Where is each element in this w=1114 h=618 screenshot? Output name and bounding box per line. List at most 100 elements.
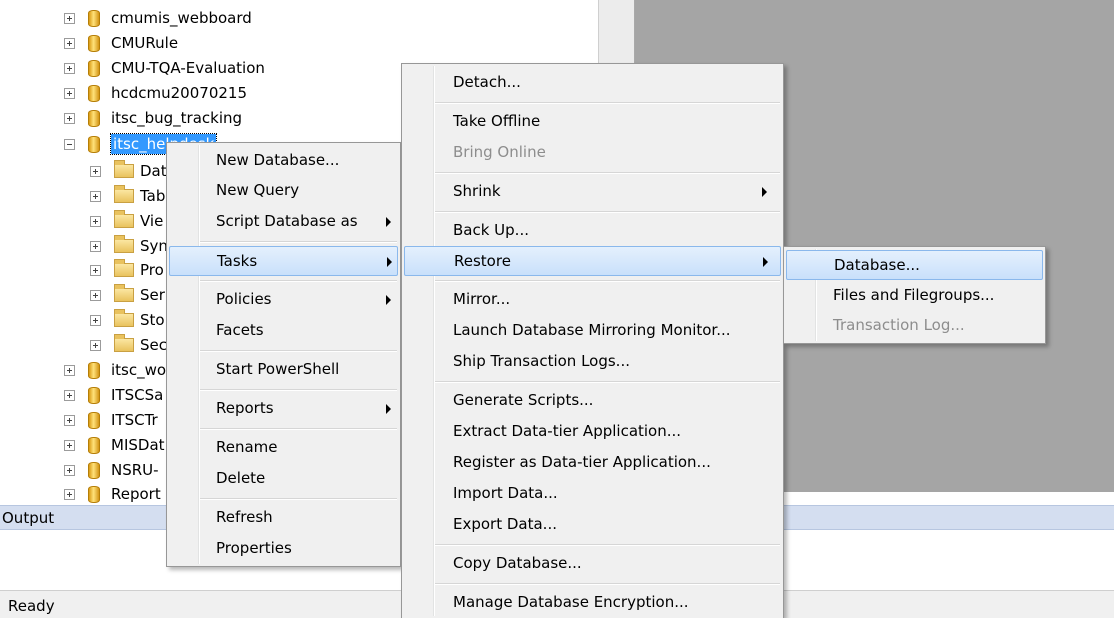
tree-node-database[interactable]: hcdcmu20070215	[64, 81, 247, 105]
tree-node-folder[interactable]: Pro	[90, 258, 164, 282]
collapse-icon[interactable]	[64, 138, 75, 150]
submenu-arrow-icon	[387, 257, 392, 267]
menu-separator	[200, 350, 397, 352]
tree-node-database[interactable]: ITSCSa	[64, 383, 163, 407]
tree-node-database[interactable]: itsc_bug_tracking	[64, 106, 242, 130]
menu-item-import-data[interactable]: Import Data...	[404, 479, 781, 509]
menu-item-properties[interactable]: Properties	[169, 534, 398, 564]
expand-icon[interactable]	[90, 165, 101, 177]
tree-node-database[interactable]: CMURule	[64, 31, 178, 55]
menu-item-new-database[interactable]: New Database...	[169, 146, 398, 176]
tree-node-label: MISDat	[111, 436, 165, 454]
folder-icon	[114, 309, 134, 327]
tree-node-folder[interactable]: Tab	[90, 184, 165, 208]
database-icon	[88, 9, 100, 27]
expand-icon[interactable]	[64, 37, 75, 49]
menu-item-shrink[interactable]: Shrink	[404, 177, 781, 207]
expand-icon[interactable]	[90, 314, 101, 326]
tree-node-database[interactable]: ITSCTr	[64, 408, 158, 432]
submenu-arrow-icon	[762, 187, 767, 197]
menu-item-label: Mirror...	[453, 290, 511, 308]
menu-item-manage-encryption[interactable]: Manage Database Encryption...	[404, 588, 781, 618]
tree-node-database[interactable]: Report	[64, 482, 161, 506]
menu-item-label: Extract Data-tier Application...	[453, 422, 682, 440]
menu-item-label: Ship Transaction Logs...	[453, 352, 630, 370]
menu-item-start-powershell[interactable]: Start PowerShell	[169, 355, 398, 385]
menu-item-tasks[interactable]: Tasks	[169, 246, 398, 276]
tree-node-folder[interactable]: Dat	[90, 159, 167, 183]
menu-item-new-query[interactable]: New Query	[169, 176, 398, 206]
tree-node-database[interactable]: MISDat	[64, 433, 165, 457]
expand-icon[interactable]	[64, 112, 75, 124]
expand-icon[interactable]	[64, 62, 75, 74]
menu-item-generate-scripts[interactable]: Generate Scripts...	[404, 386, 781, 416]
menu-item-label: Policies	[216, 290, 272, 308]
menu-item-transaction-log[interactable]: Transaction Log...	[786, 311, 1043, 341]
tree-node-folder[interactable]: Syn	[90, 234, 168, 258]
menu-item-delete[interactable]: Delete	[169, 464, 398, 494]
menu-item-restore-database[interactable]: Database...	[786, 250, 1043, 280]
menu-item-label: Export Data...	[453, 515, 557, 533]
tree-node-label: Ser	[140, 286, 165, 304]
database-icon	[88, 135, 100, 153]
folder-icon	[114, 284, 134, 302]
expand-icon[interactable]	[90, 289, 101, 301]
expand-icon[interactable]	[64, 364, 75, 376]
folder-icon	[114, 210, 134, 228]
menu-item-back-up[interactable]: Back Up...	[404, 216, 781, 246]
menu-separator	[435, 280, 780, 282]
tree-node-folder[interactable]: Sec	[90, 333, 167, 357]
database-icon	[88, 411, 100, 429]
submenu-arrow-icon	[386, 217, 391, 227]
tree-node-label: ITSCSa	[111, 386, 164, 404]
menu-item-policies[interactable]: Policies	[169, 285, 398, 315]
tree-node-folder[interactable]: Vie	[90, 209, 163, 233]
tree-node-label: Syn	[140, 237, 168, 255]
menu-item-label: Import Data...	[453, 484, 558, 502]
menu-item-reports[interactable]: Reports	[169, 394, 398, 424]
expand-icon[interactable]	[90, 264, 101, 276]
database-icon	[88, 361, 100, 379]
menu-item-register-data-tier[interactable]: Register as Data-tier Application...	[404, 448, 781, 478]
menu-item-restore[interactable]: Restore	[404, 246, 781, 276]
menu-item-extract-data-tier[interactable]: Extract Data-tier Application...	[404, 417, 781, 447]
menu-item-launch-mirroring-monitor[interactable]: Launch Database Mirroring Monitor...	[404, 316, 781, 346]
menu-item-export-data[interactable]: Export Data...	[404, 510, 781, 540]
menu-item-label: Facets	[216, 321, 264, 339]
tree-node-database[interactable]: CMU-TQA-Evaluation	[64, 56, 265, 80]
expand-icon[interactable]	[64, 464, 75, 476]
expand-icon[interactable]	[64, 488, 75, 500]
tree-node-database[interactable]: cmumis_webboard	[64, 6, 252, 30]
expand-icon[interactable]	[64, 389, 75, 401]
menu-item-detach[interactable]: Detach...	[404, 68, 781, 98]
expand-icon[interactable]	[90, 240, 101, 252]
menu-item-rename[interactable]: Rename	[169, 433, 398, 463]
expand-icon[interactable]	[64, 12, 75, 24]
tasks-submenu: Detach... Take Offline Bring Online Shri…	[401, 63, 784, 618]
menu-item-copy-database[interactable]: Copy Database...	[404, 549, 781, 579]
menu-item-files-and-filegroups[interactable]: Files and Filegroups...	[786, 281, 1043, 311]
menu-item-label: Take Offline	[453, 112, 541, 130]
tree-node-folder[interactable]: Ser	[90, 283, 165, 307]
menu-item-ship-transaction-logs[interactable]: Ship Transaction Logs...	[404, 347, 781, 377]
menu-item-facets[interactable]: Facets	[169, 316, 398, 346]
expand-icon[interactable]	[90, 215, 101, 227]
tree-node-folder[interactable]: Sto	[90, 308, 165, 332]
menu-item-label: Launch Database Mirroring Monitor...	[453, 321, 731, 339]
menu-item-label: Shrink	[453, 182, 501, 200]
expand-icon[interactable]	[90, 190, 101, 202]
menu-item-take-offline[interactable]: Take Offline	[404, 107, 781, 137]
menu-item-script-database-as[interactable]: Script Database as	[169, 207, 398, 237]
menu-item-mirror[interactable]: Mirror...	[404, 285, 781, 315]
database-icon	[88, 386, 100, 404]
menu-separator	[200, 389, 397, 391]
menu-item-refresh[interactable]: Refresh	[169, 503, 398, 533]
tree-node-database[interactable]: NSRU-	[64, 458, 159, 482]
tree-node-label: itsc_wo	[111, 361, 167, 379]
menu-item-bring-online[interactable]: Bring Online	[404, 138, 781, 168]
expand-icon[interactable]	[64, 87, 75, 99]
tree-node-database[interactable]: itsc_wo	[64, 358, 166, 382]
expand-icon[interactable]	[64, 414, 75, 426]
expand-icon[interactable]	[90, 339, 101, 351]
expand-icon[interactable]	[64, 439, 75, 451]
